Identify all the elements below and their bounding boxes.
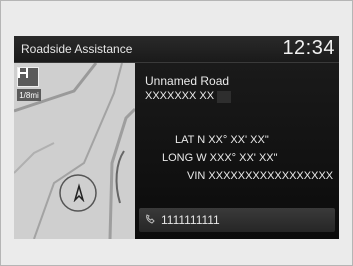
- call-roadside-button[interactable]: 1111111111: [139, 208, 335, 232]
- phone-number: 1111111111: [161, 213, 220, 227]
- status-bar: Roadside Assistance 12:34: [14, 36, 339, 63]
- postal-mask: [217, 91, 231, 103]
- map-view[interactable]: 1/8mi: [14, 63, 135, 239]
- postal-code: XXXXXXX XX: [145, 90, 215, 102]
- vin: VIN XXXXXXXXXXXXXXXXX: [187, 170, 334, 182]
- longitude: LONG W XXX° XX' XX": [162, 152, 278, 164]
- compass-icon: [17, 67, 39, 87]
- latitude: LAT N XX° XX' XX": [175, 134, 269, 146]
- location-info-panel: Unnamed Road XXXXXXX XX LAT N XX° XX' XX…: [135, 63, 339, 239]
- map-scale-badge: 1/8mi: [17, 67, 41, 105]
- phone-icon: [146, 214, 155, 224]
- display: Roadside Assistance 12:34 1/8mi Unnamed …: [14, 36, 339, 239]
- vehicle-position-icon: [73, 183, 85, 202]
- clock: 12:34: [282, 37, 335, 59]
- screen-bezel: Roadside Assistance 12:34 1/8mi Unnamed …: [0, 0, 353, 266]
- screen-title: Roadside Assistance: [21, 42, 133, 56]
- road-name: Unnamed Road: [145, 74, 230, 88]
- map-scale-label: 1/8mi: [17, 89, 41, 101]
